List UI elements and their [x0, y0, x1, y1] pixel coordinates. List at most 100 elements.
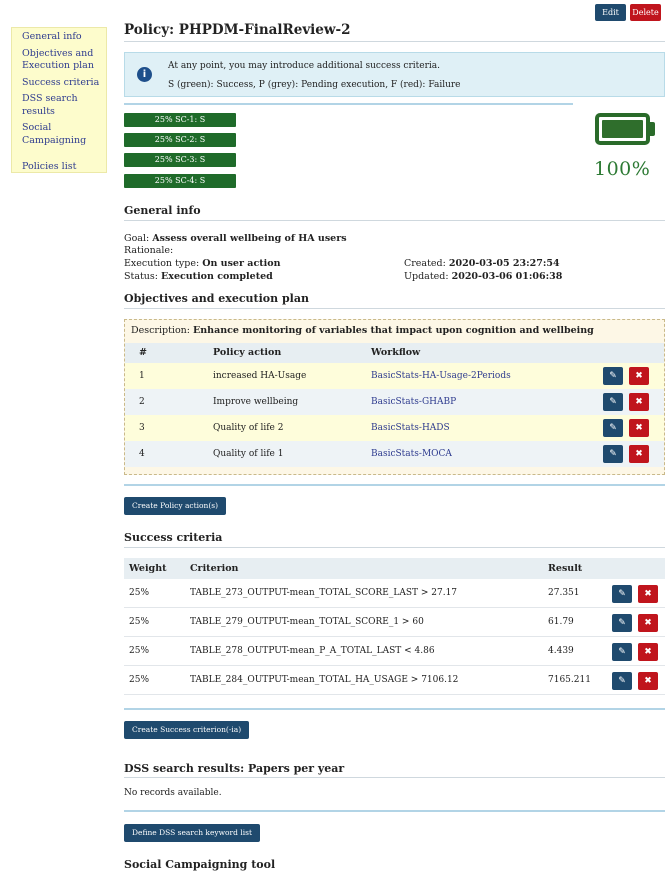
- row-criterion: TABLE_278_OUTPUT-mean_P_A_TOTAL_LAST < 4…: [190, 646, 435, 656]
- row-number: 4: [139, 449, 145, 459]
- battery-tip: [650, 122, 655, 136]
- success-criteria-table: Weight Criterion Result 25% TABLE_273_OU…: [124, 558, 665, 695]
- edit-icon[interactable]: ✎: [603, 445, 623, 463]
- description-value: Enhance monitoring of variables that imp…: [193, 325, 594, 336]
- sidebar-item-social-campaigning[interactable]: Social Campaigning: [22, 122, 106, 147]
- table-row: 25% TABLE_284_OUTPUT-mean_TOTAL_HA_USAGE…: [124, 666, 665, 695]
- created-value: 2020-03-05 23:27:54: [448, 258, 560, 269]
- table-header: Weight Criterion Result: [124, 558, 665, 579]
- delete-icon[interactable]: ✖: [629, 393, 649, 411]
- create-success-criterion-button[interactable]: Create Success criterion(-ia): [124, 721, 250, 739]
- objectives-heading: Objectives and execution plan: [124, 292, 309, 305]
- delete-button[interactable]: Delete: [630, 4, 661, 21]
- delete-icon[interactable]: ✖: [638, 614, 658, 632]
- workflow-link[interactable]: BasicStats-GHABP: [371, 389, 456, 415]
- social-campaigning-heading: Social Campaigning tool: [124, 858, 276, 871]
- col-workflow-header: Workflow: [371, 347, 421, 358]
- workflow-link[interactable]: BasicStats-HADS: [371, 415, 450, 441]
- objectives-divider: [124, 308, 665, 309]
- updated-value: 2020-03-06 01:06:38: [451, 271, 563, 282]
- status-line: Status: Execution completed: [124, 271, 273, 282]
- table-row: 1 increased HA-Usage BasicStats-HA-Usage…: [125, 363, 664, 389]
- workflow-link[interactable]: BasicStats-MOCA: [371, 441, 452, 467]
- success-criteria-bottom-divider: [124, 708, 665, 710]
- status-value: Execution completed: [161, 271, 273, 282]
- table-row: 4 Quality of life 1 BasicStats-MOCA ✎ ✖: [125, 441, 664, 467]
- created-line: Created: 2020-03-05 23:27:54: [404, 258, 560, 269]
- edit-icon[interactable]: ✎: [612, 585, 632, 603]
- success-criteria-divider: [124, 547, 665, 548]
- goal-label: Goal:: [124, 233, 150, 244]
- row-criterion: TABLE_284_OUTPUT-mean_TOTAL_HA_USAGE > 7…: [190, 675, 459, 685]
- row-result: 4.439: [548, 646, 574, 656]
- objectives-bottom-divider: [124, 484, 665, 486]
- info-text-legend: S (green): Success, P (grey): Pending ex…: [168, 80, 461, 90]
- goal-line: Goal: Assess overall wellbeing of HA use…: [124, 233, 347, 244]
- objectives-description: Description: Enhance monitoring of varia…: [131, 325, 594, 336]
- workflow-link[interactable]: BasicStats-HA-Usage-2Periods: [371, 363, 511, 389]
- updated-line: Updated: 2020-03-06 01:06:38: [404, 271, 562, 282]
- col-weight-header: Weight: [129, 563, 167, 574]
- table-row: 25% TABLE_273_OUTPUT-mean_TOTAL_SCORE_LA…: [124, 579, 665, 608]
- sidebar-item-policies-list[interactable]: Policies list: [22, 161, 106, 174]
- edit-icon[interactable]: ✎: [603, 393, 623, 411]
- dss-divider: [124, 777, 665, 778]
- edit-icon[interactable]: ✎: [603, 367, 623, 385]
- delete-icon[interactable]: ✖: [629, 445, 649, 463]
- delete-icon[interactable]: ✖: [629, 419, 649, 437]
- rationale-label: Rationale:: [124, 245, 174, 256]
- sidebar-item-dss-search-results[interactable]: DSS search results: [22, 93, 106, 118]
- row-criterion: TABLE_279_OUTPUT-mean_TOTAL_SCORE_1 > 60: [190, 617, 424, 627]
- col-criterion-header: Criterion: [190, 563, 239, 574]
- table-row: 25% TABLE_278_OUTPUT-mean_P_A_TOTAL_LAST…: [124, 637, 665, 666]
- table-row: 3 Quality of life 2 BasicStats-HADS ✎ ✖: [125, 415, 664, 441]
- dss-empty-message: No records available.: [124, 788, 222, 798]
- table-row: 2 Improve wellbeing BasicStats-GHABP ✎ ✖: [125, 389, 664, 415]
- row-policy-action: increased HA-Usage: [213, 371, 307, 381]
- sc-badge-2: 25% SC-2: S: [124, 133, 236, 147]
- delete-icon[interactable]: ✖: [638, 643, 658, 661]
- title-divider: [124, 41, 665, 42]
- row-weight: 25%: [129, 675, 150, 685]
- sidebar-item-objectives[interactable]: Objectives and Execution plan: [22, 48, 106, 73]
- info-alert: i At any point, you may introduce additi…: [124, 52, 665, 97]
- row-weight: 25%: [129, 617, 150, 627]
- edit-icon[interactable]: ✎: [603, 419, 623, 437]
- info-divider: [124, 103, 573, 105]
- sidebar-item-general-info[interactable]: General info: [22, 31, 106, 44]
- row-result: 61.79: [548, 617, 574, 627]
- sc-badge-3: 25% SC-3: S: [124, 153, 236, 167]
- edit-icon[interactable]: ✎: [612, 643, 632, 661]
- row-number: 1: [139, 371, 145, 381]
- objectives-panel: Description: Enhance monitoring of varia…: [124, 319, 665, 475]
- table-header: # Policy action Workflow: [125, 343, 664, 363]
- define-dss-keyword-button[interactable]: Define DSS search keyword list: [124, 824, 260, 842]
- success-criteria-heading: Success criteria: [124, 531, 223, 544]
- row-number: 2: [139, 397, 145, 407]
- col-number-header: #: [139, 347, 147, 358]
- battery-percentage: 100%: [594, 158, 651, 180]
- delete-icon[interactable]: ✖: [638, 672, 658, 690]
- row-policy-action: Quality of life 2: [213, 423, 284, 433]
- edit-button[interactable]: Edit: [595, 4, 626, 21]
- info-text-criteria: At any point, you may introduce addition…: [168, 61, 440, 71]
- sc-badge-4: 25% SC-4: S: [124, 174, 236, 188]
- row-policy-action: Quality of life 1: [213, 449, 284, 459]
- general-info-heading: General info: [124, 204, 201, 217]
- row-result: 27.351: [548, 588, 580, 598]
- execution-type-line: Execution type: On user action: [124, 258, 280, 269]
- edit-icon[interactable]: ✎: [612, 672, 632, 690]
- sidebar-item-success-criteria[interactable]: Success criteria: [22, 77, 106, 90]
- delete-icon[interactable]: ✖: [629, 367, 649, 385]
- sidebar: General info Objectives and Execution pl…: [11, 27, 107, 173]
- execution-type-value: On user action: [202, 258, 281, 269]
- table-row: 25% TABLE_279_OUTPUT-mean_TOTAL_SCORE_1 …: [124, 608, 665, 637]
- delete-icon[interactable]: ✖: [638, 585, 658, 603]
- row-number: 3: [139, 423, 145, 433]
- row-criterion: TABLE_273_OUTPUT-mean_TOTAL_SCORE_LAST >…: [190, 588, 458, 598]
- edit-icon[interactable]: ✎: [612, 614, 632, 632]
- description-label: Description:: [131, 325, 190, 336]
- policy-actions-table: # Policy action Workflow 1 increased HA-…: [125, 343, 664, 467]
- sc-badge-1: 25% SC-1: S: [124, 113, 236, 127]
- create-policy-action-button[interactable]: Create Policy action(s): [124, 497, 227, 515]
